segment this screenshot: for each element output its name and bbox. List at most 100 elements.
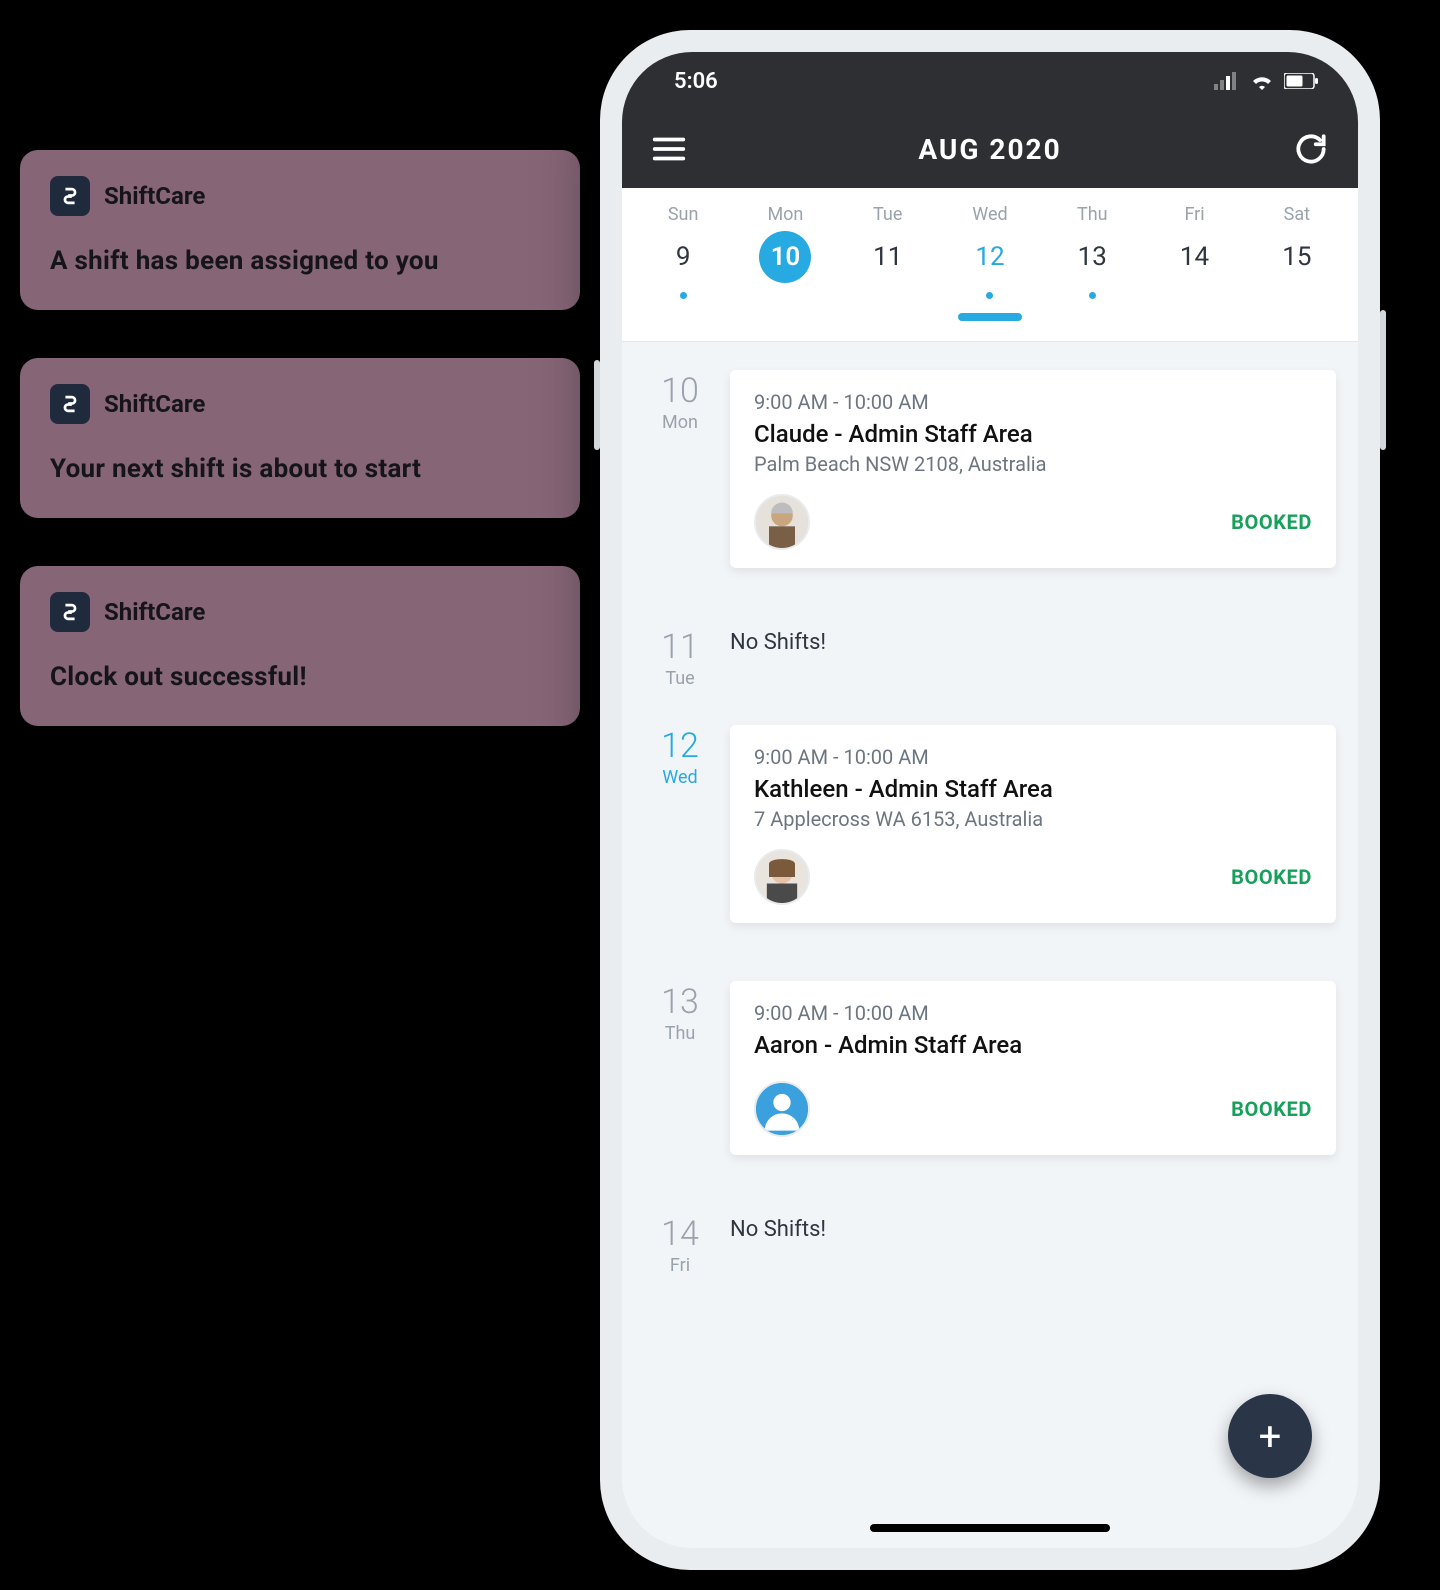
- menu-button[interactable]: [650, 130, 688, 168]
- day-has-shift-dot: [1089, 292, 1096, 299]
- week-day-label: Tue: [873, 204, 902, 225]
- week-day-label: Wed: [972, 204, 1007, 225]
- status-bar: 5:06: [622, 52, 1358, 110]
- notification-card[interactable]: ShiftCare Clock out successful!: [20, 566, 580, 726]
- week-day-mon[interactable]: Mon 10: [742, 204, 828, 307]
- day-number: 11: [644, 630, 716, 664]
- shift-time: 9:00 AM - 10:00 AM: [754, 390, 1312, 414]
- notification-message: Your next shift is about to start: [50, 454, 550, 484]
- day-has-shift-dot: [986, 292, 993, 299]
- day-section: 11 Tue No Shifts!: [622, 626, 1358, 725]
- shift-title: Kathleen - Admin Staff Area: [754, 775, 1312, 803]
- day-side-label: 13 Thu: [644, 981, 716, 1177]
- day-name: Wed: [644, 767, 716, 788]
- shift-status-badge: BOOKED: [1231, 510, 1312, 534]
- day-number: 10: [644, 374, 716, 408]
- notification-message: Clock out successful!: [50, 662, 550, 692]
- day-name: Tue: [644, 668, 716, 689]
- battery-icon: [1284, 73, 1318, 89]
- shift-time: 9:00 AM - 10:00 AM: [754, 745, 1312, 769]
- day-body: 9:00 AM - 10:00 AM Kathleen - Admin Staff…: [730, 725, 1336, 945]
- week-day-label: Thu: [1077, 204, 1108, 225]
- week-day-sat[interactable]: Sat 15: [1254, 204, 1340, 307]
- day-body: No Shifts!: [730, 626, 1336, 689]
- day-section: 14 Fri No Shifts!: [622, 1213, 1358, 1312]
- refresh-button[interactable]: [1292, 130, 1330, 168]
- shift-status-badge: BOOKED: [1231, 865, 1312, 889]
- plus-icon: +: [1259, 1413, 1282, 1460]
- day-body: 9:00 AM - 10:00 AM Aaron - Admin Staff Ar…: [730, 981, 1336, 1177]
- avatar: [754, 1081, 810, 1137]
- week-day-label: Sat: [1284, 204, 1310, 225]
- week-day-label: Sun: [668, 204, 699, 225]
- day-name: Mon: [644, 412, 716, 433]
- notification-app-name: ShiftCare: [104, 182, 205, 210]
- notification-app-name: ShiftCare: [104, 390, 205, 418]
- shiftcare-app-icon: [50, 592, 90, 632]
- shift-footer: BOOKED: [754, 849, 1312, 905]
- week-day-number: 9: [657, 231, 709, 283]
- week-day-wed[interactable]: Wed 12: [947, 204, 1033, 307]
- home-indicator[interactable]: [870, 1524, 1110, 1532]
- shift-time: 9:00 AM - 10:00 AM: [754, 1001, 1312, 1025]
- no-shifts-label: No Shifts!: [730, 1213, 1336, 1242]
- shift-address: 7 Applecross WA 6153, Australia: [754, 807, 1312, 831]
- no-shifts-label: No Shifts!: [730, 626, 1336, 655]
- shift-title: Claude - Admin Staff Area: [754, 420, 1312, 448]
- shift-address: Palm Beach NSW 2108, Australia: [754, 452, 1312, 476]
- day-name: Fri: [644, 1255, 716, 1276]
- notifications-column: ShiftCare A shift has been assigned to y…: [20, 150, 580, 726]
- shift-card[interactable]: 9:00 AM - 10:00 AM Claude - Admin Staff A…: [730, 370, 1336, 568]
- add-shift-fab[interactable]: +: [1228, 1394, 1312, 1478]
- week-day-label: Fri: [1184, 204, 1204, 225]
- shift-card[interactable]: 9:00 AM - 10:00 AM Aaron - Admin Staff Ar…: [730, 981, 1336, 1155]
- week-day-number: 11: [862, 231, 914, 283]
- shift-status-badge: BOOKED: [1231, 1097, 1312, 1121]
- notification-app-name: ShiftCare: [104, 598, 205, 626]
- app-header: AUG 2020: [622, 110, 1358, 188]
- shift-title: Aaron - Admin Staff Area: [754, 1031, 1312, 1059]
- week-day-fri[interactable]: Fri 14: [1152, 204, 1238, 307]
- notification-card[interactable]: ShiftCare Your next shift is about to st…: [20, 358, 580, 518]
- week-day-number: 10: [759, 231, 811, 283]
- week-day-number: 12: [964, 231, 1016, 283]
- day-section: 10 Mon 9:00 AM - 10:00 AM Claude - Admin St…: [622, 370, 1358, 626]
- day-number: 13: [644, 985, 716, 1019]
- day-side-label: 14 Fri: [644, 1213, 716, 1276]
- avatar: [754, 494, 810, 550]
- day-section: 13 Thu 9:00 AM - 10:00 AM Aaron - Admin Sta…: [622, 981, 1358, 1213]
- cellular-icon: [1214, 72, 1240, 90]
- shift-footer: BOOKED: [754, 1081, 1312, 1137]
- phone-mockup: 5:06 AUG 2020: [600, 30, 1380, 1570]
- week-day-thu[interactable]: Thu 13: [1049, 204, 1135, 307]
- week-selector: Sun 9 Mon 10 Tue 11 Wed 12 Thu 13 Fri 14 Sat 15: [622, 188, 1358, 342]
- status-time: 5:06: [674, 69, 718, 94]
- day-section: 12 Wed 9:00 AM - 10:00 AM Kathleen - Admin …: [622, 725, 1358, 981]
- week-underline-indicator: [958, 313, 1022, 321]
- shiftcare-app-icon: [50, 384, 90, 424]
- day-has-shift-dot: [680, 292, 687, 299]
- day-number: 14: [644, 1217, 716, 1251]
- notification-card[interactable]: ShiftCare A shift has been assigned to y…: [20, 150, 580, 310]
- schedule-list[interactable]: 10 Mon 9:00 AM - 10:00 AM Claude - Admin St…: [622, 342, 1358, 1548]
- week-day-number: 15: [1271, 231, 1323, 283]
- avatar: [754, 849, 810, 905]
- week-day-label: Mon: [767, 204, 803, 225]
- week-day-number: 13: [1066, 231, 1118, 283]
- wifi-icon: [1250, 72, 1274, 90]
- day-body: 9:00 AM - 10:00 AM Claude - Admin Staff A…: [730, 370, 1336, 590]
- day-side-label: 11 Tue: [644, 626, 716, 689]
- day-side-label: 10 Mon: [644, 370, 716, 590]
- week-day-number: 14: [1169, 231, 1221, 283]
- day-name: Thu: [644, 1023, 716, 1044]
- week-day-sun[interactable]: Sun 9: [640, 204, 726, 307]
- header-title: AUG 2020: [918, 133, 1061, 166]
- shiftcare-app-icon: [50, 176, 90, 216]
- day-body: No Shifts!: [730, 1213, 1336, 1276]
- shift-card[interactable]: 9:00 AM - 10:00 AM Kathleen - Admin Staff…: [730, 725, 1336, 923]
- day-number: 12: [644, 729, 716, 763]
- day-side-label: 12 Wed: [644, 725, 716, 945]
- week-day-tue[interactable]: Tue 11: [845, 204, 931, 307]
- notification-message: A shift has been assigned to you: [50, 246, 550, 276]
- shift-footer: BOOKED: [754, 494, 1312, 550]
